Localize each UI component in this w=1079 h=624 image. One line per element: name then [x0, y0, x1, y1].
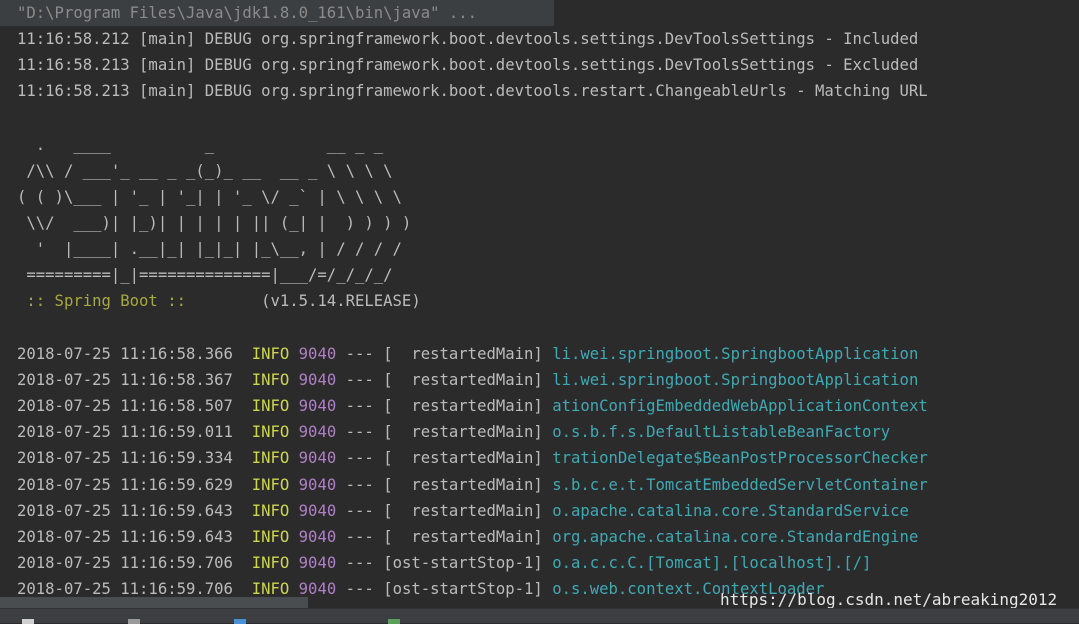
log-row: 2018-07-25 11:16:59.011 INFO 9040 --- [ …	[17, 419, 890, 445]
log-logger: li.wei.springboot.SpringbootApplication	[552, 345, 919, 363]
log-logger: li.wei.springboot.SpringbootApplication	[552, 371, 919, 390]
debug-line: 11:16:58.213 [main] DEBUG org.springfram…	[17, 82, 928, 100]
log-separator: ---	[345, 449, 374, 468]
log-row: 2018-07-25 11:16:58.367 INFO 9040 --- [ …	[17, 367, 918, 393]
banner-line: ' |____| .__|_| |_|_| |_\__, | / / / /	[17, 240, 402, 258]
log-thread: [ restartedMain]	[383, 475, 543, 494]
log-level: INFO	[251, 553, 290, 572]
log-timestamp: 2018-07-25 11:16:58.367	[17, 371, 233, 390]
log-timestamp: 2018-07-25 11:16:59.706	[17, 553, 233, 572]
log-timestamp: 2018-07-25 11:16:59.334	[17, 449, 233, 468]
spring-boot-label: :: Spring Boot ::	[17, 292, 196, 310]
log-pid: 9040	[298, 449, 337, 468]
log-pid: 9040	[298, 423, 337, 442]
log-level: INFO	[251, 501, 290, 520]
command-line: "D:\Program Files\Java\jdk1.8.0_161\bin\…	[17, 4, 478, 22]
banner-line: \\/ ___)| |_)| | | | | || (_| | ) ) ) )	[17, 214, 412, 232]
log-thread: [ restartedMain]	[383, 449, 543, 468]
log-row: 2018-07-25 11:16:58.507 INFO 9040 --- [ …	[17, 393, 928, 419]
log-timestamp: 2018-07-25 11:16:59.629	[17, 475, 233, 494]
debug-line: 11:16:58.212 [main] DEBUG org.springfram…	[17, 30, 919, 48]
log-pid: 9040	[298, 527, 337, 546]
debug-line: 11:16:58.213 [main] DEBUG org.springfram…	[17, 56, 919, 74]
log-timestamp: 2018-07-25 11:16:58.507	[17, 397, 233, 416]
log-logger: o.s.b.f.s.DefaultListableBeanFactory	[552, 423, 891, 442]
log-row: 2018-07-25 11:16:59.643 INFO 9040 --- [ …	[17, 498, 909, 524]
log-thread: [ost-startStop-1]	[383, 579, 543, 598]
log-pid: 9040	[298, 371, 337, 390]
bottom-tool-strip	[0, 608, 1079, 624]
log-pid: 9040	[298, 579, 337, 598]
log-timestamp: 2018-07-25 11:16:58.366	[17, 345, 233, 363]
spring-boot-version-line: :: Spring Boot :: (v1.5.14.RELEASE)	[17, 288, 421, 314]
log-pid: 9040	[298, 345, 337, 363]
log-separator: ---	[345, 579, 374, 598]
log-row: 2018-07-25 11:16:58.366 INFO 9040 --- [ …	[17, 341, 918, 367]
banner-line: =========|_|==============|___/=/_/_/_/	[17, 266, 393, 284]
log-separator: ---	[345, 553, 374, 572]
log-level: INFO	[251, 449, 290, 468]
log-separator: ---	[345, 527, 374, 546]
log-level: INFO	[251, 397, 290, 416]
log-row: 2018-07-25 11:16:59.706 INFO 9040 --- [o…	[17, 550, 871, 576]
run-console[interactable]: "D:\Program Files\Java\jdk1.8.0_161\bin\…	[0, 0, 1079, 624]
log-row: 2018-07-25 11:16:59.334 INFO 9040 --- [ …	[17, 445, 928, 471]
log-thread: [ost-startStop-1]	[383, 553, 543, 572]
log-level: INFO	[251, 475, 290, 494]
log-logger: trationDelegate$BeanPostProcessorChecker	[552, 449, 928, 468]
log-timestamp: 2018-07-25 11:16:59.706	[17, 579, 233, 598]
log-row: 2018-07-25 11:16:59.629 INFO 9040 --- [ …	[17, 472, 928, 498]
banner-line: ( ( )\___ | '_ | '_| | '_ \/ _` | \ \ \ …	[17, 188, 402, 206]
log-thread: [ restartedMain]	[383, 371, 543, 390]
log-thread: [ restartedMain]	[383, 527, 543, 546]
horizontal-scrollbar-thumb[interactable]	[0, 597, 308, 608]
banner-line: . ____ _ __ _ _	[17, 136, 384, 154]
spring-boot-version: (v1.5.14.RELEASE)	[195, 292, 421, 310]
log-level: INFO	[251, 579, 290, 598]
log-level: INFO	[251, 345, 290, 363]
log-logger: ationConfigEmbeddedWebApplicationContext	[552, 397, 928, 416]
log-level: INFO	[251, 423, 290, 442]
log-pid: 9040	[298, 397, 337, 416]
log-separator: ---	[345, 397, 374, 416]
log-row: 2018-07-25 11:16:59.643 INFO 9040 --- [ …	[17, 524, 918, 550]
log-logger: s.b.c.e.t.TomcatEmbeddedServletContainer	[552, 475, 928, 494]
banner-line: /\\ / ___'_ __ _ _(_)_ __ __ _ \ \ \ \	[17, 162, 393, 180]
log-logger: o.a.c.c.C.[Tomcat].[localhost].[/]	[552, 553, 872, 572]
log-pid: 9040	[298, 501, 337, 520]
watermark: https://blog.csdn.net/abreaking2012	[720, 590, 1058, 609]
log-pid: 9040	[298, 553, 337, 572]
log-thread: [ restartedMain]	[383, 397, 543, 416]
log-thread: [ restartedMain]	[383, 345, 543, 363]
log-separator: ---	[345, 501, 374, 520]
log-thread: [ restartedMain]	[383, 501, 543, 520]
log-separator: ---	[345, 345, 374, 363]
log-timestamp: 2018-07-25 11:16:59.011	[17, 423, 233, 442]
log-pid: 9040	[298, 475, 337, 494]
log-level: INFO	[251, 527, 290, 546]
log-level: INFO	[251, 371, 290, 390]
log-thread: [ restartedMain]	[383, 423, 543, 442]
log-timestamp: 2018-07-25 11:16:59.643	[17, 501, 233, 520]
log-logger: org.apache.catalina.core.StandardEngine	[552, 527, 919, 546]
log-separator: ---	[345, 371, 374, 390]
log-logger: o.apache.catalina.core.StandardService	[552, 501, 909, 520]
log-separator: ---	[345, 423, 374, 442]
log-timestamp: 2018-07-25 11:16:59.643	[17, 527, 233, 546]
log-separator: ---	[345, 475, 374, 494]
